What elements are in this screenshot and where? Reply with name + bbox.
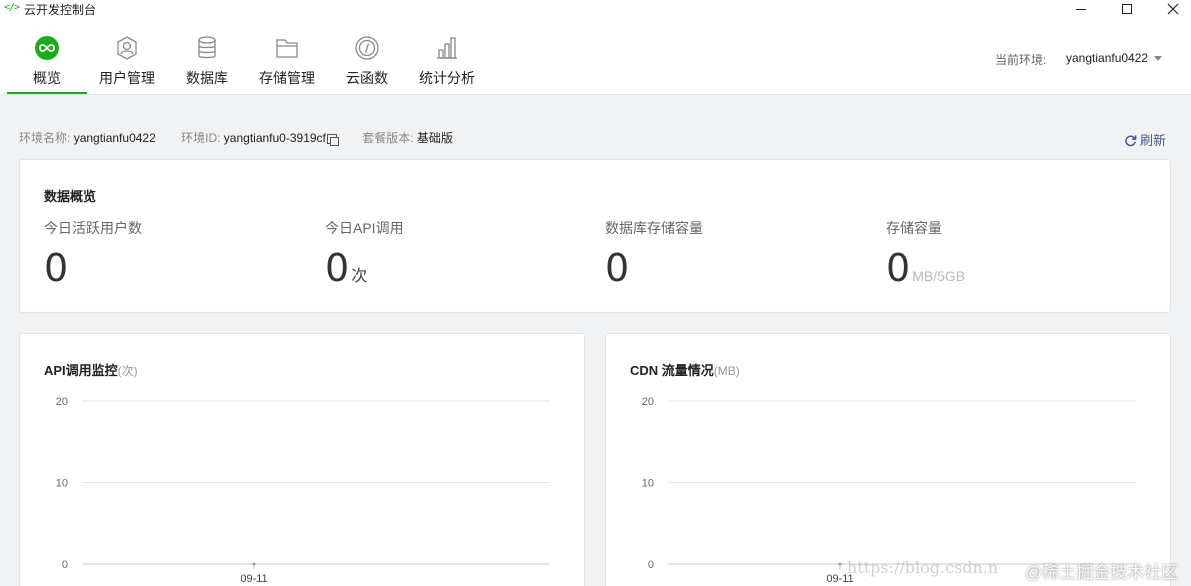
env-name-value: yangtianfu0422 xyxy=(73,131,156,145)
nav-cloud-functions[interactable]: 云函数 xyxy=(327,18,407,94)
data-overview-card: 数据概览 今日活跃用户数 0 今日API调用 0次 数据库存储容量 0 存储容量… xyxy=(19,159,1171,313)
api-chart: 0 10 20 09-11 xyxy=(56,396,550,585)
database-icon xyxy=(198,36,216,59)
stat-unit: MB/5GB xyxy=(912,268,966,284)
env-label: 当前环境: xyxy=(995,53,1047,67)
env-name-label: 环境名称: xyxy=(19,131,71,145)
y-tick-label: 10 xyxy=(642,478,654,490)
env-id-value: yangtianfu0-3919cf xyxy=(223,131,326,145)
stat-value: 0 xyxy=(605,246,630,290)
y-tick-label: 0 xyxy=(648,559,654,571)
stat-value: 0 xyxy=(44,246,69,290)
overview-title: 数据概览 xyxy=(44,189,97,204)
maximize-button[interactable] xyxy=(1104,0,1150,18)
top-nav: 概览 用户管理 数据库 存储管理 云函数 统计分析 当前环境: yangtian… xyxy=(0,18,1191,95)
nav-overview[interactable]: 概览 xyxy=(7,18,87,94)
env-id-label: 环境ID: xyxy=(181,131,221,145)
stat-api-calls: 今日API调用 0次 xyxy=(325,218,404,290)
stat-label: 存储容量 xyxy=(886,220,942,236)
api-monitor-card: API调用监控(次) 0 10 20 09-11 xyxy=(19,333,585,586)
y-tick-label: 0 xyxy=(62,559,68,571)
nav-label: 云函数 xyxy=(346,70,388,86)
infinity-icon xyxy=(35,36,59,60)
stat-label: 今日活跃用户数 xyxy=(44,220,142,236)
cdn-traffic-card: CDN 流量情况(MB) 0 10 20 09-11 xyxy=(605,333,1171,586)
y-tick-label: 20 xyxy=(642,396,654,408)
plan-value: 基础版 xyxy=(416,131,453,145)
env-selector[interactable]: yangtianfu0422 xyxy=(1066,51,1163,65)
folder-icon xyxy=(276,39,298,58)
env-value: yangtianfu0422 xyxy=(1066,51,1149,65)
nav-label: 存储管理 xyxy=(259,70,315,86)
y-tick-label: 20 xyxy=(56,396,68,408)
nav-label: 数据库 xyxy=(186,70,228,86)
nav-storage-management[interactable]: 存储管理 xyxy=(247,18,327,94)
stat-value: 0 xyxy=(886,246,911,290)
cdn-chart: 0102009-11 xyxy=(642,396,1136,585)
user-icon xyxy=(117,36,137,60)
close-button[interactable] xyxy=(1150,0,1191,18)
minimize-icon xyxy=(1076,8,1086,10)
caret-down-icon xyxy=(1154,56,1163,62)
data-point xyxy=(252,562,256,566)
stat-storage-capacity: 存储容量 0 MB/5GB xyxy=(886,218,965,290)
stat-label: 今日API调用 xyxy=(325,220,404,236)
stat-label: 数据库存储容量 xyxy=(605,220,703,236)
nav-label: 用户管理 xyxy=(99,70,155,86)
stat-unit: 次 xyxy=(351,268,368,285)
title-bar: </> 云开发控制台 xyxy=(0,0,1191,18)
function-icon xyxy=(355,36,379,60)
nav-label: 统计分析 xyxy=(419,70,475,86)
refresh-button[interactable]: 刷新 xyxy=(1124,130,1166,149)
refresh-icon xyxy=(1125,135,1137,147)
env-info-bar: 环境名称: yangtianfu0422 环境ID: yangtianfu0-3… xyxy=(19,129,475,146)
nav-statistics[interactable]: 统计分析 xyxy=(407,18,487,94)
watermark-brand: @稀土掘金技术社区 xyxy=(1025,563,1179,582)
window-title: 云开发控制台 xyxy=(24,3,97,17)
data-point xyxy=(838,562,842,566)
plan-label: 套餐版本: xyxy=(362,131,414,145)
minimize-button[interactable] xyxy=(1058,0,1104,18)
bar-chart-icon xyxy=(437,37,457,59)
stat-db-storage: 数据库存储容量 0 xyxy=(605,218,703,290)
refresh-label: 刷新 xyxy=(1140,133,1167,148)
watermark-url: https://blog.csdn.n xyxy=(847,558,999,577)
nav-database[interactable]: 数据库 xyxy=(167,18,247,94)
copy-icon[interactable] xyxy=(326,134,339,146)
x-tick-label: 09-11 xyxy=(240,573,267,585)
code-brackets-icon: </> xyxy=(4,2,20,13)
nav-user-management[interactable]: 用户管理 xyxy=(87,18,167,94)
nav-label: 概览 xyxy=(33,70,61,86)
stat-active-users: 今日活跃用户数 0 xyxy=(44,218,142,290)
close-icon xyxy=(1167,3,1179,15)
y-tick-label: 10 xyxy=(56,478,68,490)
maximize-icon xyxy=(1122,4,1132,14)
stat-value: 0 xyxy=(325,246,350,290)
